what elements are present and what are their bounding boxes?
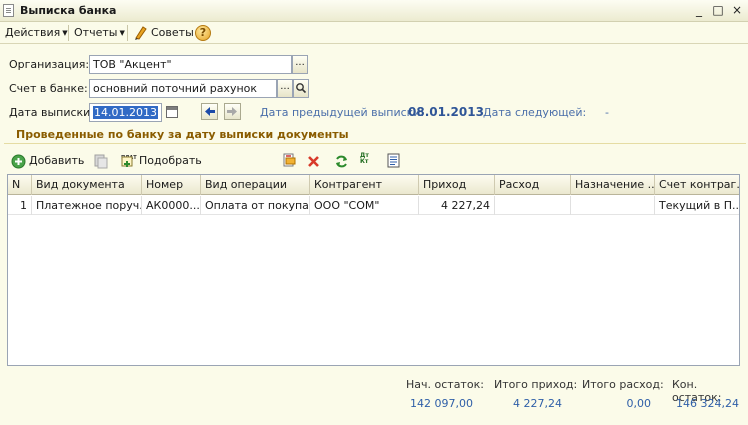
tips-button[interactable]: Советы [151, 26, 194, 39]
total-income-value: 4 227,24 [513, 397, 562, 410]
bank-account-select-button[interactable]: ... [277, 79, 293, 98]
edit-document-icon[interactable] [282, 153, 297, 168]
title-bar: Выписка банка _ □ × [0, 0, 748, 22]
column-header-doc-type[interactable]: Вид документа [32, 175, 142, 195]
calendar-icon[interactable] [166, 106, 178, 118]
separator [68, 25, 69, 41]
statement-date-field[interactable]: 14.01.2013 [89, 103, 162, 122]
dt-kt-button[interactable]: Дт Кт [360, 153, 378, 169]
actions-menu[interactable]: Действия ▼ [5, 26, 68, 39]
arrow-left-icon [205, 107, 215, 116]
column-header-counterparty[interactable]: Контрагент [310, 175, 419, 195]
reports-menu[interactable]: Отчеты ▼ [74, 26, 125, 39]
column-header-operation[interactable]: Вид операции [201, 175, 310, 195]
refresh-icon[interactable] [334, 154, 349, 169]
total-expense-label: Итого расход: [582, 378, 664, 391]
chevron-down-icon: ▼ [119, 29, 125, 37]
close-button[interactable]: × [729, 3, 745, 18]
add-button[interactable]: Добавить [11, 153, 85, 169]
cell-operation: Оплата от покупа... [201, 196, 310, 215]
chevron-down-icon: ▼ [62, 29, 68, 37]
total-income-label: Итого приход: [494, 378, 578, 391]
search-icon [296, 83, 307, 94]
tips-icon[interactable] [134, 25, 148, 40]
cell-n: 1 [8, 196, 32, 215]
delete-icon[interactable] [306, 154, 321, 169]
section-title: Проведенные по банку за дату выписки док… [16, 128, 349, 141]
opening-balance-label: Нач. остаток: [406, 378, 484, 391]
cell-income: 4 227,24 [419, 196, 495, 215]
cell-purpose [571, 196, 655, 215]
column-header-purpose[interactable]: Назначение ... [571, 175, 655, 195]
document-icon [3, 4, 14, 17]
organization-field[interactable]: ТОВ "Акцент" [89, 55, 292, 74]
copy-icon[interactable] [93, 154, 108, 169]
window-title: Выписка банка [20, 4, 117, 17]
next-statement-button[interactable] [224, 103, 241, 120]
prev-statement-label: Дата предыдущей выписки: [260, 106, 425, 119]
separator [127, 25, 128, 41]
opening-balance-value: 142 097,00 [410, 397, 473, 410]
column-header-income[interactable]: Приход [419, 175, 495, 195]
add-icon [11, 154, 26, 169]
column-header-expense[interactable]: Расход [495, 175, 571, 195]
cell-expense [495, 196, 571, 215]
column-header-account[interactable]: Счет контраг... [655, 175, 739, 195]
maximize-button[interactable]: □ [710, 3, 726, 18]
documents-table[interactable]: N Вид документа Номер Вид операции Контр… [7, 174, 740, 366]
statement-date-label: Дата выписки: [9, 106, 95, 119]
closing-balance-value: 146 324,24 [676, 397, 739, 410]
pick-unpaid-button[interactable]: ПЛАТ Подобрать неоплаченные [121, 153, 273, 183]
command-bar: Действия ▼ Отчеты ▼ Советы [0, 22, 748, 44]
next-statement-label: Дата следующей: [483, 106, 587, 119]
bank-account-search-button[interactable] [293, 79, 309, 98]
table-toolbar: Добавить ПЛАТ Подобрать неоплаченные Дт … [0, 150, 748, 183]
organization-label: Организация: [9, 58, 90, 71]
total-expense-value: 0,00 [626, 397, 652, 410]
report-icon[interactable] [386, 153, 401, 168]
table-header: N Вид документа Номер Вид операции Контр… [8, 175, 739, 195]
cell-number: АК0000... [142, 196, 201, 215]
prev-statement-value[interactable]: 08.01.2013 [408, 105, 484, 119]
bank-account-label: Счет в банке: [9, 82, 88, 95]
column-header-number[interactable]: Номер [142, 175, 201, 195]
table-row[interactable]: 1 Платежное поруч... АК0000... Оплата от… [8, 196, 739, 215]
add-label: Добавить [29, 154, 85, 167]
section-divider [4, 143, 746, 144]
cell-counterparty: ООО "СОМ" [310, 196, 419, 215]
previous-statement-button[interactable] [201, 103, 218, 120]
column-header-n[interactable]: N [8, 175, 32, 195]
arrow-right-icon [227, 107, 237, 116]
cell-doc-type: Платежное поруч... [32, 196, 142, 215]
organization-select-button[interactable]: ... [292, 55, 308, 74]
payment-icon [121, 156, 133, 167]
minimize-button[interactable]: _ [691, 3, 707, 18]
bank-account-field[interactable]: основний поточний рахунок [89, 79, 277, 98]
cell-account: Текущий в П... [659, 199, 739, 212]
next-statement-value[interactable]: - [605, 106, 609, 119]
help-icon[interactable]: ? [195, 25, 211, 41]
